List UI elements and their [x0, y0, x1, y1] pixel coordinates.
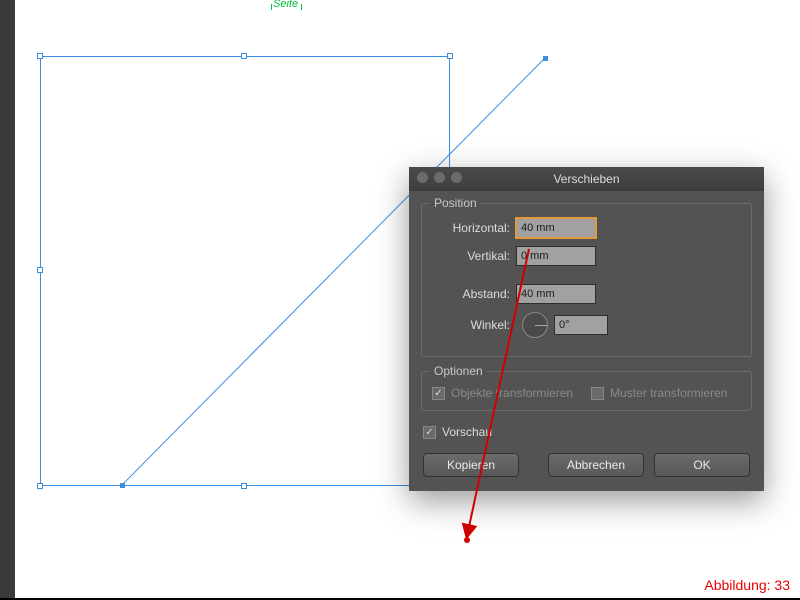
transform-patterns-checkbox[interactable]: ✓ Muster transformieren — [591, 386, 727, 400]
anchor-point[interactable] — [543, 56, 548, 61]
distance-label: Abstand: — [432, 287, 510, 301]
ruler-origin-label: Seite — [273, 0, 298, 10]
workspace-left-strip — [0, 0, 15, 598]
distance-input[interactable]: 40 mm — [516, 284, 596, 304]
resize-handle-bottom-middle[interactable] — [241, 483, 247, 489]
horizontal-input[interactable]: 40 mm — [516, 218, 596, 238]
resize-handle-middle-left[interactable] — [37, 267, 43, 273]
move-dialog: Verschieben Position Horizontal: 40 mm V… — [409, 167, 764, 491]
dialog-button-row: Kopieren Abbrechen OK — [421, 453, 752, 477]
position-group: Position Horizontal: 40 mm Vertikal: 0 m… — [421, 203, 752, 357]
checkbox-label: Muster transformieren — [610, 386, 727, 400]
checkbox-label: Vorschau — [442, 425, 492, 439]
preview-checkbox[interactable]: ✓ Vorschau — [423, 425, 750, 439]
resize-handle-top-middle[interactable] — [241, 53, 247, 59]
zoom-icon[interactable] — [451, 172, 462, 183]
dialog-titlebar[interactable]: Verschieben — [409, 167, 764, 191]
dialog-title: Verschieben — [553, 172, 619, 186]
ruler-tick — [271, 4, 272, 10]
checkbox-icon: ✓ — [432, 387, 445, 400]
group-label: Optionen — [430, 364, 487, 378]
angle-dial[interactable] — [522, 312, 548, 338]
options-group: Optionen ✓ Objekte transformieren ✓ Must… — [421, 371, 752, 411]
checkbox-icon: ✓ — [591, 387, 604, 400]
vertical-input[interactable]: 0 mm — [516, 246, 596, 266]
anchor-point[interactable] — [120, 483, 125, 488]
angle-input[interactable]: 0° — [554, 315, 608, 335]
minimize-icon[interactable] — [434, 172, 445, 183]
checkbox-icon: ✓ — [423, 426, 436, 439]
group-label: Position — [430, 196, 481, 210]
selection-bounding-box[interactable] — [40, 56, 450, 486]
figure-caption: Abbildung: 33 — [704, 577, 790, 593]
ok-button[interactable]: OK — [654, 453, 750, 477]
copy-button[interactable]: Kopieren — [423, 453, 519, 477]
angle-label: Winkel: — [432, 318, 510, 332]
horizontal-label: Horizontal: — [432, 221, 510, 235]
transform-objects-checkbox[interactable]: ✓ Objekte transformieren — [432, 386, 573, 400]
window-controls — [417, 172, 462, 183]
checkbox-label: Objekte transformieren — [451, 386, 573, 400]
vertical-label: Vertikal: — [432, 249, 510, 263]
cancel-button[interactable]: Abbrechen — [548, 453, 644, 477]
resize-handle-bottom-left[interactable] — [37, 483, 43, 489]
resize-handle-top-right[interactable] — [447, 53, 453, 59]
resize-handle-top-left[interactable] — [37, 53, 43, 59]
close-icon[interactable] — [417, 172, 428, 183]
ruler-tick — [301, 4, 302, 10]
